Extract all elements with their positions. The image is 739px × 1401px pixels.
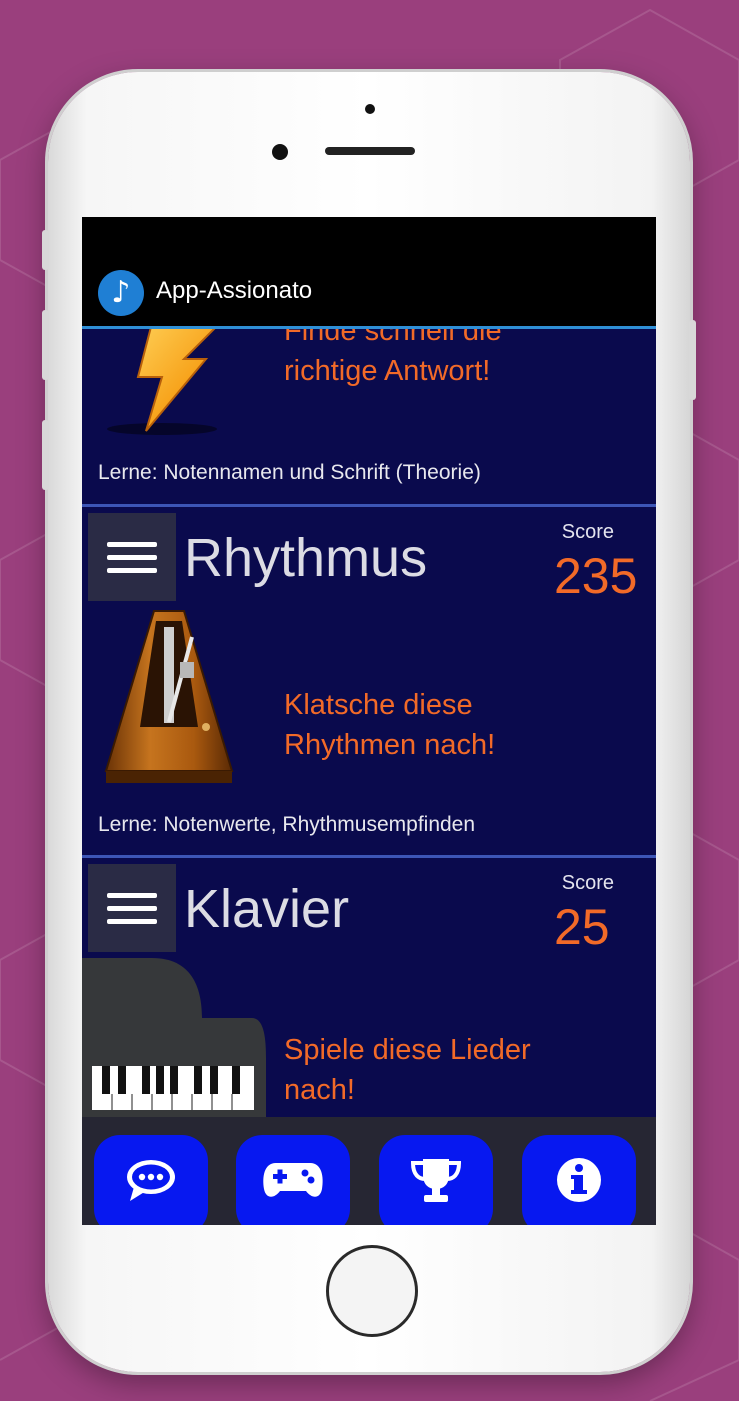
card-notes[interactable]: Finde schnell die richtige Antwort! Lern… <box>82 315 656 504</box>
phone-volume-down <box>42 420 49 490</box>
grand-piano-icon <box>82 958 266 1118</box>
card-piano-title: Klavier <box>184 879 350 939</box>
app-screen: Finde schnell die richtige Antwort! Lern… <box>82 217 656 1225</box>
info-icon <box>557 1158 601 1202</box>
card-rhythm-description: Klatsche diese Rhythmen nach! <box>284 689 496 761</box>
menu-bar <box>107 567 157 573</box>
menu-bar <box>107 892 157 898</box>
piano-score: 25 <box>554 899 610 955</box>
rhythm-score: 235 <box>554 548 638 604</box>
card-notes-learn: Lerne: Notennamen und Schrift (Theorie) <box>98 461 481 484</box>
card-rhythm[interactable]: Rhythmus Score 235 Klatsche diese Rhythm <box>82 507 656 855</box>
proximity-sensor <box>365 104 375 114</box>
nav-games-button[interactable] <box>236 1135 350 1225</box>
phone-side-button <box>42 230 49 270</box>
score-label: Score <box>561 872 614 894</box>
metronome-icon <box>104 610 234 783</box>
home-button[interactable] <box>326 1245 418 1337</box>
app-bar: ♪ App-Assionato <box>82 257 656 329</box>
app-title: App-Assionato <box>156 277 313 304</box>
menu-bar <box>107 541 157 547</box>
nav-trophy-button[interactable] <box>379 1135 493 1225</box>
nav-chat-button[interactable] <box>94 1135 208 1225</box>
gamepad-icon <box>263 1163 323 1197</box>
bottom-nav <box>82 1117 656 1225</box>
status-bar <box>82 217 656 257</box>
phone-power-button <box>689 320 696 400</box>
lightning-icon <box>107 323 222 435</box>
music-note-icon: ♪ <box>98 270 144 316</box>
card-piano[interactable]: Klavier Score 25 Spiele diese Lieder nac… <box>82 858 656 1118</box>
card-piano-description: Spiele diese Lieder nach! <box>284 1034 531 1106</box>
earpiece-speaker <box>325 147 415 155</box>
trophy-icon <box>410 1159 462 1202</box>
menu-bar <box>107 918 157 924</box>
rhythm-menu-button[interactable] <box>88 513 176 601</box>
phone-volume-up <box>42 310 49 380</box>
card-rhythm-title: Rhythmus <box>184 528 428 588</box>
chat-icon <box>127 1160 175 1201</box>
menu-bar <box>107 554 157 560</box>
piano-menu-button[interactable] <box>88 864 176 952</box>
menu-bar <box>107 905 157 911</box>
card-rhythm-learn: Lerne: Notenwerte, Rhythmusempfinden <box>98 813 476 836</box>
front-camera <box>272 144 288 160</box>
nav-info-button[interactable] <box>522 1135 636 1225</box>
score-label: Score <box>561 521 614 543</box>
